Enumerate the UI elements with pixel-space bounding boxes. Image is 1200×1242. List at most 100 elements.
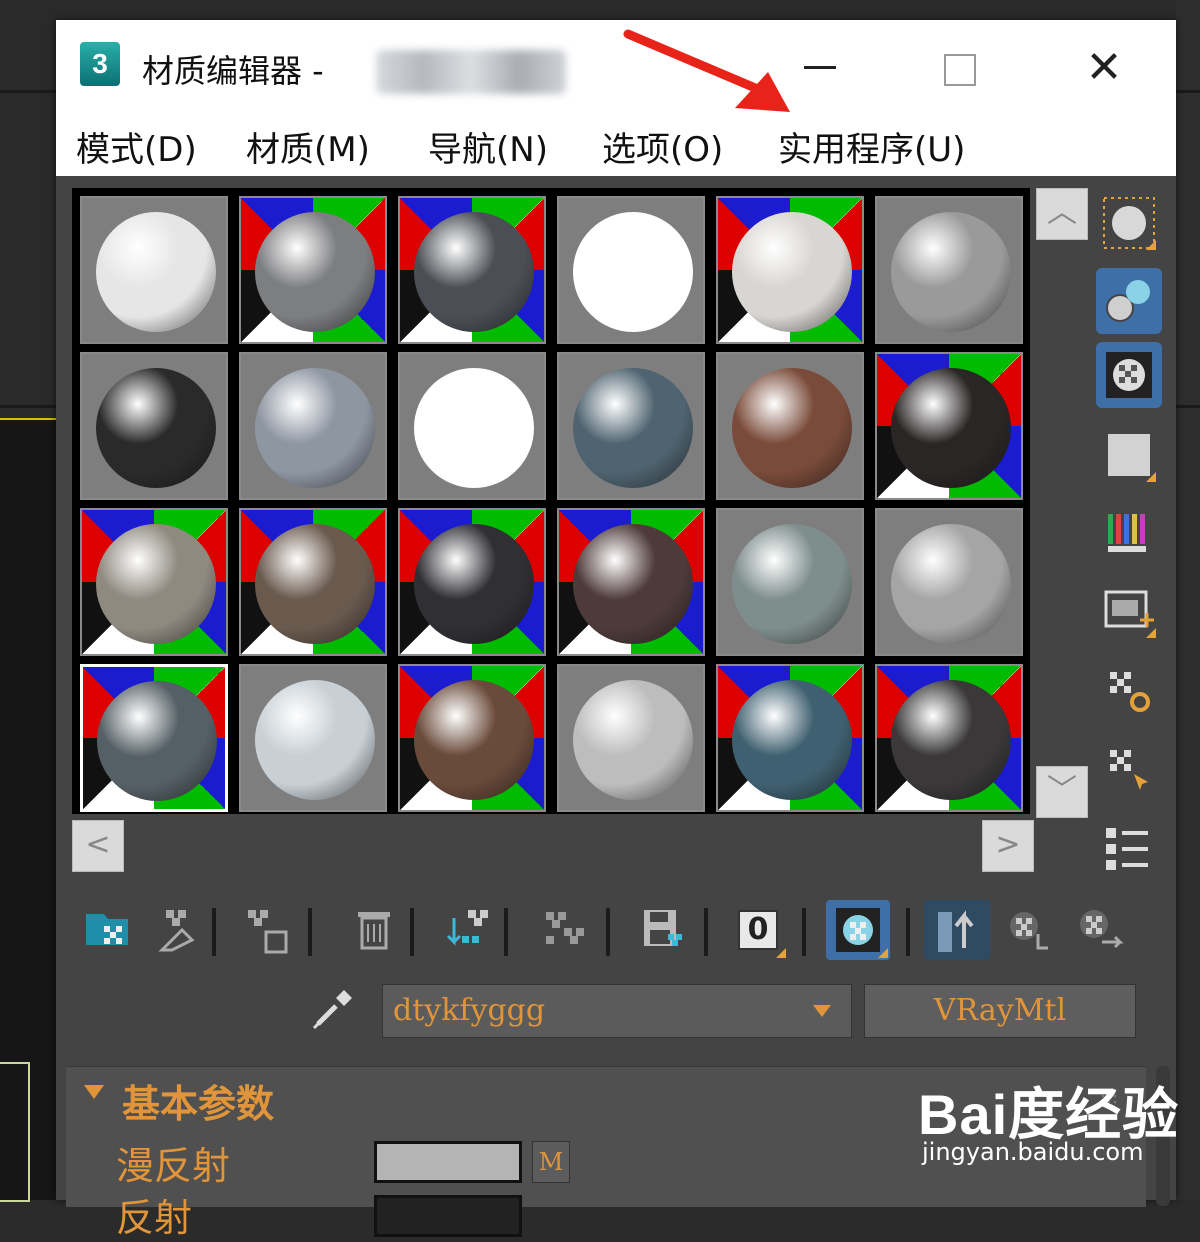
chevron-down-icon [813, 1005, 831, 1017]
material-sphere [891, 368, 1011, 488]
put-to-scene-icon[interactable] [150, 900, 206, 960]
material-sphere [573, 368, 693, 488]
make-unique-icon[interactable] [440, 900, 496, 960]
scroll-right-button[interactable]: > [982, 820, 1034, 872]
material-sample-slot[interactable] [239, 352, 387, 500]
sample-uv-tiling-icon[interactable] [1096, 422, 1162, 488]
material-sample-slot[interactable] [557, 352, 705, 500]
make-preview-icon[interactable] [1096, 578, 1162, 644]
video-color-check-icon[interactable] [1096, 500, 1162, 566]
bottom-toolbar: 0 [76, 900, 1166, 970]
3dsmax-app-icon: 3 [80, 42, 120, 86]
rollout-title[interactable]: 基本参数 [122, 1073, 274, 1128]
options-icon[interactable] [1096, 656, 1162, 722]
material-sphere [255, 368, 375, 488]
material-sphere [732, 680, 852, 800]
material-sphere [891, 212, 1011, 332]
material-sample-slot[interactable] [557, 196, 705, 344]
material-sphere [891, 680, 1011, 800]
material-sample-slot[interactable] [875, 352, 1023, 500]
material-sample-slot[interactable] [875, 508, 1023, 656]
reset-map-icon[interactable] [346, 900, 402, 960]
material-sample-slot[interactable] [716, 664, 864, 812]
scroll-down-button[interactable]: ﹀ [1036, 766, 1088, 818]
material-sample-slot[interactable] [80, 352, 228, 500]
maximize-button[interactable] [930, 38, 990, 98]
material-sphere [573, 524, 693, 644]
backlight-icon[interactable] [1096, 268, 1162, 334]
viewport-background-right [1176, 0, 1200, 1200]
material-sphere [97, 681, 217, 801]
material-sphere [96, 524, 216, 644]
show-shaded-in-viewport-icon[interactable] [826, 900, 890, 960]
diffuse-map-button[interactable]: M [532, 1141, 570, 1183]
material-sample-slot[interactable] [239, 508, 387, 656]
material-sample-slot[interactable] [557, 508, 705, 656]
material-name-dropdown[interactable]: dtykfyggg [382, 984, 852, 1038]
viewport-background-left [0, 0, 56, 1202]
material-sample-slot[interactable] [875, 196, 1023, 344]
material-sample-slot[interactable] [398, 196, 546, 344]
background-checker-icon[interactable] [1096, 342, 1162, 408]
reflect-label: 反射 [116, 1196, 193, 1240]
material-name-row: dtykfyggg VRayMtl [56, 980, 1176, 1040]
minimize-icon [804, 66, 836, 69]
sample-slots-grid [72, 188, 1030, 814]
get-material-icon[interactable] [80, 900, 136, 960]
material-sample-slot[interactable] [80, 508, 228, 656]
material-id-value: 0 [738, 910, 778, 950]
sample-type-icon[interactable] [1096, 190, 1162, 256]
material-sphere [732, 212, 852, 332]
material-sample-slot[interactable] [716, 352, 864, 500]
close-button[interactable]: ✕ [1074, 38, 1134, 98]
assign-to-selection-icon[interactable] [238, 900, 294, 960]
material-sphere [891, 524, 1011, 644]
collapse-triangle-icon[interactable] [84, 1085, 104, 1099]
material-type-button[interactable]: VRayMtl [864, 984, 1136, 1038]
menu-options[interactable]: 选项(O) [602, 122, 723, 171]
go-to-parent-icon[interactable] [1000, 900, 1056, 960]
material-sample-slot[interactable] [716, 196, 864, 344]
scroll-left-button[interactable]: < [72, 820, 124, 872]
material-sample-slot[interactable] [398, 352, 546, 500]
title-bar[interactable]: 3 材质编辑器 - ✕ [56, 20, 1176, 116]
material-sample-slot[interactable] [239, 664, 387, 812]
material-sphere [96, 212, 216, 332]
copy-material-icon[interactable] [538, 900, 594, 960]
eyedropper-icon[interactable] [306, 984, 356, 1034]
material-editor-window: 3 材质编辑器 - ✕ 模式(D) 材质(M) 导航(N) 选项(O) 实用程序… [56, 20, 1176, 1240]
watermark-url: jingyan.baidu.com [922, 1138, 1144, 1166]
material-sample-slot[interactable] [398, 664, 546, 812]
material-sphere [732, 368, 852, 488]
minimize-button[interactable] [790, 38, 850, 98]
material-sphere [414, 368, 534, 488]
maximize-icon [944, 54, 976, 86]
material-sample-slot[interactable] [239, 196, 387, 344]
material-sample-slot[interactable] [716, 508, 864, 656]
menu-utilities[interactable]: 实用程序(U) [778, 122, 965, 171]
put-to-library-icon[interactable] [634, 900, 690, 960]
material-sample-slot[interactable] [875, 664, 1023, 812]
menu-navigation[interactable]: 导航(N) [428, 122, 548, 171]
baidu-jingyan-watermark: Bai度经验 jingyan.baidu.com [918, 1070, 1178, 1180]
menu-mode[interactable]: 模式(D) [76, 122, 197, 171]
material-sample-slot[interactable] [80, 664, 228, 812]
go-forward-to-sibling-icon[interactable] [1072, 900, 1128, 960]
material-id-channel-icon[interactable]: 0 [732, 900, 788, 960]
material-sphere [732, 524, 852, 644]
show-end-result-icon[interactable] [924, 900, 990, 960]
material-sphere [255, 212, 375, 332]
material-sphere [414, 524, 534, 644]
material-sphere [573, 680, 693, 800]
menu-material[interactable]: 材质(M) [246, 122, 370, 171]
material-map-navigator-icon[interactable] [1096, 814, 1162, 880]
menu-bar: 模式(D) 材质(M) 导航(N) 选项(O) 实用程序(U) [56, 116, 1176, 176]
material-sample-slot[interactable] [398, 508, 546, 656]
diffuse-color-swatch[interactable] [374, 1141, 522, 1183]
scroll-up-button[interactable]: ︿ [1036, 188, 1088, 240]
material-sample-slot[interactable] [557, 664, 705, 812]
material-sample-slot[interactable] [80, 196, 228, 344]
select-by-material-icon[interactable] [1096, 736, 1162, 802]
material-sphere [414, 680, 534, 800]
reflect-color-swatch[interactable] [374, 1195, 522, 1237]
